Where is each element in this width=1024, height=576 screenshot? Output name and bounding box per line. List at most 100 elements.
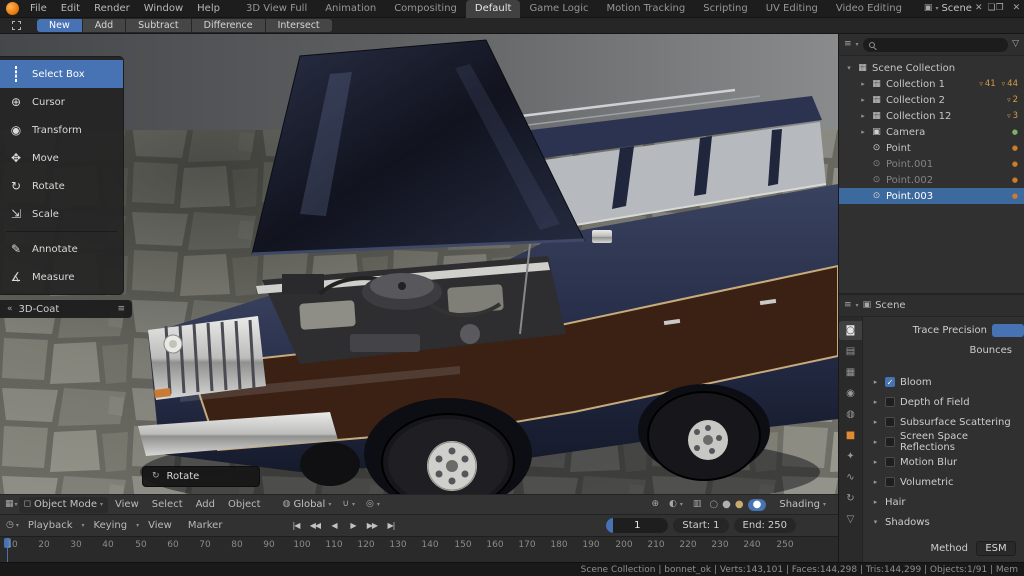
addon-tab-3dcoat[interactable]: « 3D-Coat ≡ <box>0 300 132 318</box>
outliner-row-point[interactable]: ⊙ Point ● <box>839 140 1024 156</box>
menu-file[interactable]: File <box>23 0 54 17</box>
volumetric-checkbox[interactable] <box>885 477 895 487</box>
gizmo-icon[interactable]: ⊕ <box>651 500 659 509</box>
screen-space-reflections-checkbox[interactable] <box>885 437 895 447</box>
tool-rotate[interactable]: ↻ Rotate <box>0 172 123 200</box>
menu-render[interactable]: Render <box>87 0 137 17</box>
shading-rendered-button[interactable]: ● <box>748 499 767 511</box>
outliner-row-collection-2[interactable]: ▸ ▦ Collection 2 ▿2 <box>839 92 1024 108</box>
tab-data[interactable]: ▽ <box>839 510 862 529</box>
menu-view[interactable]: View <box>109 495 145 515</box>
panel-depth-of-field[interactable]: ▸ Depth of Field <box>863 392 1024 412</box>
outliner-row-point-001[interactable]: ⊙ Point.001 ● <box>839 156 1024 172</box>
tool-measure[interactable]: ∡ Measure <box>0 263 123 291</box>
workspace-tab[interactable]: Motion Tracking <box>598 0 695 18</box>
expand-icon[interactable]: ▸ <box>859 112 867 120</box>
menu-window[interactable]: Window <box>137 0 190 17</box>
timeline-editor-icon[interactable]: ◷ <box>6 521 14 530</box>
mode-add-button[interactable]: Add <box>83 19 125 32</box>
subsurface-scattering-checkbox[interactable] <box>885 417 895 427</box>
workspace-tab[interactable]: Scripting <box>694 0 756 18</box>
mode-dropdown[interactable]: ◻ Object Mode ▾ <box>19 497 109 513</box>
properties-editor-icon[interactable]: ≡ <box>844 301 852 310</box>
menu-view[interactable]: View <box>141 515 179 537</box>
panel-hair[interactable]: ▸ Hair <box>863 492 1024 512</box>
expand-icon[interactable]: ▸ <box>871 458 880 466</box>
shading-popover[interactable]: Shading ▾ <box>774 499 831 510</box>
panel-subsurface-scattering[interactable]: ▸ Subsurface Scattering <box>863 412 1024 432</box>
shading-material-button[interactable]: ● <box>735 500 744 510</box>
panel-volumetric[interactable]: ▸ Volumetric <box>863 472 1024 492</box>
collapse-icon[interactable]: ▾ <box>871 518 880 526</box>
menu-help[interactable]: Help <box>190 0 227 17</box>
current-frame-field[interactable]: 1 <box>606 518 668 533</box>
workspace-tab[interactable]: Animation <box>316 0 385 18</box>
method-dropdown[interactable]: ESM <box>976 541 1016 556</box>
proportional-editing-toggle[interactable]: ◎ ▾ <box>361 500 385 509</box>
panel-motion-blur[interactable]: ▸ Motion Blur <box>863 452 1024 472</box>
tool-transform[interactable]: ◉ Transform <box>0 116 123 144</box>
outliner-row-camera[interactable]: ▸ ▣ Camera ● <box>839 124 1024 140</box>
blender-logo-icon[interactable] <box>6 2 19 15</box>
panel-shadows[interactable]: ▾ Shadows <box>863 512 1024 532</box>
tool-move[interactable]: ✥ Move <box>0 144 123 172</box>
close-icon[interactable]: ✕ <box>1013 4 1021 13</box>
menu-marker[interactable]: Marker <box>181 515 230 537</box>
expand-icon[interactable]: ▸ <box>859 128 867 136</box>
prev-keyframe-button[interactable]: ◀◀ <box>306 518 323 533</box>
expand-icon[interactable]: ▸ <box>859 80 867 88</box>
xray-toggle-icon[interactable]: ▥ <box>693 500 702 509</box>
expand-icon[interactable]: ▸ <box>871 478 880 486</box>
snap-toggle[interactable]: ∪ ▾ <box>337 500 360 509</box>
scene-selector[interactable]: ▣ ▾ Scene ✕ <box>919 3 988 14</box>
timeline-ruler[interactable]: 10 20 30 40 50 60 70 80 90 100 110 120 1… <box>0 536 838 562</box>
expand-icon[interactable]: ▸ <box>871 398 880 406</box>
menu-select[interactable]: Select <box>146 495 189 515</box>
tab-render[interactable]: ◙ <box>839 321 862 340</box>
play-reverse-button[interactable]: ◀ <box>325 518 342 533</box>
workspace-tab-active[interactable]: Default <box>466 0 521 18</box>
expand-icon[interactable]: ▾ <box>845 64 853 72</box>
unlink-icon[interactable]: ✕ <box>975 4 983 13</box>
hamburger-icon[interactable]: ≡ <box>117 305 125 314</box>
tool-select-box[interactable]: Select Box <box>0 60 123 88</box>
mode-subtract-button[interactable]: Subtract <box>126 19 190 32</box>
bloom-checkbox[interactable] <box>885 377 895 387</box>
overlays-toggle[interactable]: ◐ ▾ <box>664 500 688 509</box>
light-data-icon[interactable]: ● <box>1012 192 1018 200</box>
orientation-dropdown[interactable]: ◍ Global ▾ <box>278 499 337 510</box>
view-layer-icon[interactable]: ❏ <box>988 4 996 13</box>
menu-edit[interactable]: Edit <box>54 0 87 17</box>
editor-type-icon[interactable]: ▦ <box>5 500 14 509</box>
bounces-subpanel[interactable]: Bounces <box>863 340 1024 360</box>
shading-solid-button[interactable]: ● <box>722 500 731 510</box>
search-input[interactable] <box>863 38 1009 52</box>
workspace-tab[interactable]: Video Editing <box>827 0 911 18</box>
menu-keying[interactable]: Keying <box>87 515 135 537</box>
camera-visibility-icon[interactable]: ● <box>1012 128 1018 136</box>
expand-icon[interactable]: ▸ <box>871 498 880 506</box>
viewport-3d-scene[interactable] <box>0 34 838 514</box>
menu-object[interactable]: Object <box>222 495 267 515</box>
tab-object[interactable]: ■ <box>839 426 862 445</box>
motion-blur-checkbox[interactable] <box>885 457 895 467</box>
workspace-tab[interactable]: UV Editing <box>757 0 827 18</box>
depth-of-field-checkbox[interactable] <box>885 397 895 407</box>
tab-output[interactable]: ▤ <box>839 342 862 361</box>
tab-particles[interactable]: ∿ <box>839 468 862 487</box>
outliner-row-point-003-selected[interactable]: ⊙ Point.003 ● <box>839 188 1024 204</box>
light-data-icon[interactable]: ● <box>1012 144 1018 152</box>
tab-view-layer[interactable]: ▦ <box>839 363 862 382</box>
menu-add[interactable]: Add <box>190 495 221 515</box>
mode-intersect-button[interactable]: Intersect <box>266 19 332 32</box>
expand-icon[interactable]: ▸ <box>871 438 880 446</box>
filter-icon[interactable]: ▽ <box>1012 40 1019 49</box>
next-keyframe-button[interactable]: ▶▶ <box>363 518 380 533</box>
expand-icon[interactable]: ▸ <box>871 378 880 386</box>
tab-scene[interactable]: ◉ <box>839 384 862 403</box>
light-data-icon[interactable]: ● <box>1012 176 1018 184</box>
menu-playback[interactable]: Playback <box>21 515 80 537</box>
outliner-row-point-002[interactable]: ⊙ Point.002 ● <box>839 172 1024 188</box>
outliner-row-collection-12[interactable]: ▸ ▦ Collection 12 ▿3 <box>839 108 1024 124</box>
tool-annotate[interactable]: ✎ Annotate <box>0 235 123 263</box>
